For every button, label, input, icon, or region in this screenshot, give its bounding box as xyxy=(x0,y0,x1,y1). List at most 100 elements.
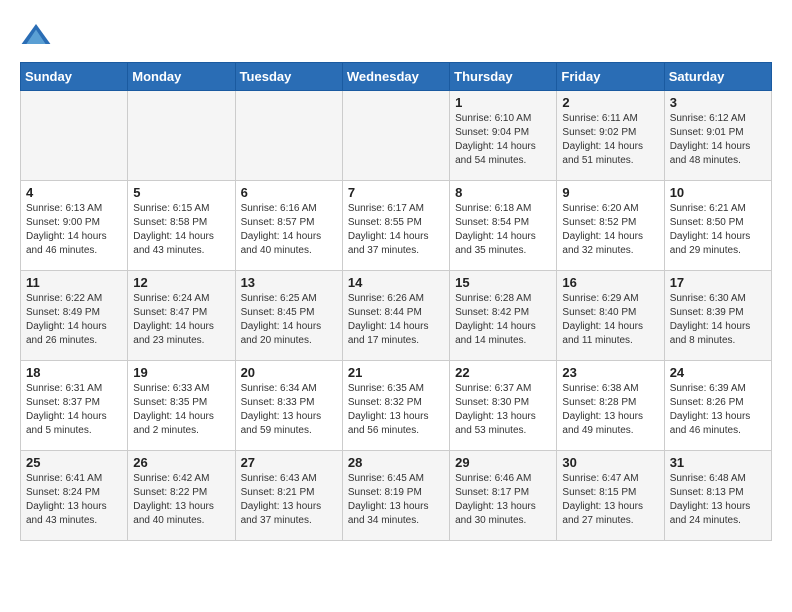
header-tuesday: Tuesday xyxy=(235,63,342,91)
page-header xyxy=(20,20,772,52)
day-info: Sunrise: 6:30 AM Sunset: 8:39 PM Dayligh… xyxy=(670,292,766,348)
calendar-cell: 17 Sunrise: 6:30 AM Sunset: 8:39 PM Dayli… xyxy=(664,271,771,361)
calendar-cell: 10 Sunrise: 6:21 AM Sunset: 8:50 PM Dayli… xyxy=(664,181,771,271)
day-info: Sunrise: 6:48 AM Sunset: 8:13 PM Dayligh… xyxy=(670,472,766,528)
calendar-week-row: 25 Sunrise: 6:41 AM Sunset: 8:24 PM Dayli… xyxy=(21,451,772,541)
day-number: 5 xyxy=(133,185,229,200)
calendar-cell: 1 Sunrise: 6:10 AM Sunset: 9:04 PM Daylig… xyxy=(450,91,557,181)
day-info: Sunrise: 6:38 AM Sunset: 8:28 PM Dayligh… xyxy=(562,382,658,438)
header-friday: Friday xyxy=(557,63,664,91)
day-number: 7 xyxy=(348,185,444,200)
calendar-week-row: 1 Sunrise: 6:10 AM Sunset: 9:04 PM Daylig… xyxy=(21,91,772,181)
logo xyxy=(20,20,56,52)
day-info: Sunrise: 6:39 AM Sunset: 8:26 PM Dayligh… xyxy=(670,382,766,438)
day-info: Sunrise: 6:20 AM Sunset: 8:52 PM Dayligh… xyxy=(562,202,658,258)
day-number: 1 xyxy=(455,95,551,110)
day-info: Sunrise: 6:28 AM Sunset: 8:42 PM Dayligh… xyxy=(455,292,551,348)
header-sunday: Sunday xyxy=(21,63,128,91)
day-number: 10 xyxy=(670,185,766,200)
header-saturday: Saturday xyxy=(664,63,771,91)
day-info: Sunrise: 6:33 AM Sunset: 8:35 PM Dayligh… xyxy=(133,382,229,438)
calendar-cell: 5 Sunrise: 6:15 AM Sunset: 8:58 PM Daylig… xyxy=(128,181,235,271)
day-info: Sunrise: 6:22 AM Sunset: 8:49 PM Dayligh… xyxy=(26,292,122,348)
logo-icon xyxy=(20,20,52,52)
day-number: 24 xyxy=(670,365,766,380)
day-number: 13 xyxy=(241,275,337,290)
day-info: Sunrise: 6:35 AM Sunset: 8:32 PM Dayligh… xyxy=(348,382,444,438)
day-info: Sunrise: 6:34 AM Sunset: 8:33 PM Dayligh… xyxy=(241,382,337,438)
day-info: Sunrise: 6:43 AM Sunset: 8:21 PM Dayligh… xyxy=(241,472,337,528)
day-number: 8 xyxy=(455,185,551,200)
calendar-cell: 20Sunrise: 6:34 AM Sunset: 8:33 PM Dayli… xyxy=(235,361,342,451)
day-info: Sunrise: 6:13 AM Sunset: 9:00 PM Dayligh… xyxy=(26,202,122,258)
calendar-table: SundayMondayTuesdayWednesdayThursdayFrid… xyxy=(20,62,772,541)
day-number: 16 xyxy=(562,275,658,290)
day-info: Sunrise: 6:21 AM Sunset: 8:50 PM Dayligh… xyxy=(670,202,766,258)
day-info: Sunrise: 6:18 AM Sunset: 8:54 PM Dayligh… xyxy=(455,202,551,258)
calendar-cell: 22 Sunrise: 6:37 AM Sunset: 8:30 PM Dayli… xyxy=(450,361,557,451)
calendar-cell: 31 Sunrise: 6:48 AM Sunset: 8:13 PM Dayli… xyxy=(664,451,771,541)
day-number: 27 xyxy=(241,455,337,470)
calendar-cell: 24 Sunrise: 6:39 AM Sunset: 8:26 PM Dayli… xyxy=(664,361,771,451)
day-number: 31 xyxy=(670,455,766,470)
calendar-cell xyxy=(128,91,235,181)
day-info: Sunrise: 6:24 AM Sunset: 8:47 PM Dayligh… xyxy=(133,292,229,348)
day-info: Sunrise: 6:45 AM Sunset: 8:19 PM Dayligh… xyxy=(348,472,444,528)
calendar-cell: 25 Sunrise: 6:41 AM Sunset: 8:24 PM Dayli… xyxy=(21,451,128,541)
calendar-cell: 21 Sunrise: 6:35 AM Sunset: 8:32 PM Dayli… xyxy=(342,361,449,451)
day-info: Sunrise: 6:11 AM Sunset: 9:02 PM Dayligh… xyxy=(562,112,658,168)
day-number: 4 xyxy=(26,185,122,200)
calendar-cell: 2 Sunrise: 6:11 AM Sunset: 9:02 PM Daylig… xyxy=(557,91,664,181)
calendar-week-row: 18Sunrise: 6:31 AM Sunset: 8:37 PM Dayli… xyxy=(21,361,772,451)
calendar-cell: 27 Sunrise: 6:43 AM Sunset: 8:21 PM Dayli… xyxy=(235,451,342,541)
day-number: 23 xyxy=(562,365,658,380)
calendar-cell xyxy=(235,91,342,181)
calendar-cell: 13 Sunrise: 6:25 AM Sunset: 8:45 PM Dayli… xyxy=(235,271,342,361)
calendar-cell xyxy=(342,91,449,181)
day-info: Sunrise: 6:25 AM Sunset: 8:45 PM Dayligh… xyxy=(241,292,337,348)
day-info: Sunrise: 6:17 AM Sunset: 8:55 PM Dayligh… xyxy=(348,202,444,258)
day-number: 30 xyxy=(562,455,658,470)
day-info: Sunrise: 6:47 AM Sunset: 8:15 PM Dayligh… xyxy=(562,472,658,528)
header-thursday: Thursday xyxy=(450,63,557,91)
calendar-cell: 9Sunrise: 6:20 AM Sunset: 8:52 PM Daylig… xyxy=(557,181,664,271)
header-wednesday: Wednesday xyxy=(342,63,449,91)
day-number: 3 xyxy=(670,95,766,110)
calendar-cell: 15Sunrise: 6:28 AM Sunset: 8:42 PM Dayli… xyxy=(450,271,557,361)
day-number: 29 xyxy=(455,455,551,470)
day-number: 26 xyxy=(133,455,229,470)
calendar-cell: 29 Sunrise: 6:46 AM Sunset: 8:17 PM Dayli… xyxy=(450,451,557,541)
day-info: Sunrise: 6:10 AM Sunset: 9:04 PM Dayligh… xyxy=(455,112,551,168)
calendar-cell: 14Sunrise: 6:26 AM Sunset: 8:44 PM Dayli… xyxy=(342,271,449,361)
day-number: 18 xyxy=(26,365,122,380)
calendar-cell: 7 Sunrise: 6:17 AM Sunset: 8:55 PM Daylig… xyxy=(342,181,449,271)
calendar-cell: 8 Sunrise: 6:18 AM Sunset: 8:54 PM Daylig… xyxy=(450,181,557,271)
day-number: 17 xyxy=(670,275,766,290)
day-number: 21 xyxy=(348,365,444,380)
day-info: Sunrise: 6:42 AM Sunset: 8:22 PM Dayligh… xyxy=(133,472,229,528)
day-info: Sunrise: 6:46 AM Sunset: 8:17 PM Dayligh… xyxy=(455,472,551,528)
calendar-header-row: SundayMondayTuesdayWednesdayThursdayFrid… xyxy=(21,63,772,91)
day-info: Sunrise: 6:16 AM Sunset: 8:57 PM Dayligh… xyxy=(241,202,337,258)
day-number: 11 xyxy=(26,275,122,290)
day-info: Sunrise: 6:15 AM Sunset: 8:58 PM Dayligh… xyxy=(133,202,229,258)
calendar-cell: 30 Sunrise: 6:47 AM Sunset: 8:15 PM Dayli… xyxy=(557,451,664,541)
calendar-cell: 11 Sunrise: 6:22 AM Sunset: 8:49 PM Dayli… xyxy=(21,271,128,361)
day-number: 25 xyxy=(26,455,122,470)
day-info: Sunrise: 6:12 AM Sunset: 9:01 PM Dayligh… xyxy=(670,112,766,168)
calendar-cell: 6Sunrise: 6:16 AM Sunset: 8:57 PM Daylig… xyxy=(235,181,342,271)
day-number: 2 xyxy=(562,95,658,110)
calendar-cell: 18Sunrise: 6:31 AM Sunset: 8:37 PM Dayli… xyxy=(21,361,128,451)
calendar-cell: 19Sunrise: 6:33 AM Sunset: 8:35 PM Dayli… xyxy=(128,361,235,451)
calendar-cell: 4 Sunrise: 6:13 AM Sunset: 9:00 PM Daylig… xyxy=(21,181,128,271)
day-number: 12 xyxy=(133,275,229,290)
day-info: Sunrise: 6:41 AM Sunset: 8:24 PM Dayligh… xyxy=(26,472,122,528)
day-info: Sunrise: 6:29 AM Sunset: 8:40 PM Dayligh… xyxy=(562,292,658,348)
day-info: Sunrise: 6:37 AM Sunset: 8:30 PM Dayligh… xyxy=(455,382,551,438)
day-number: 22 xyxy=(455,365,551,380)
header-monday: Monday xyxy=(128,63,235,91)
calendar-week-row: 4 Sunrise: 6:13 AM Sunset: 9:00 PM Daylig… xyxy=(21,181,772,271)
calendar-cell xyxy=(21,91,128,181)
calendar-week-row: 11 Sunrise: 6:22 AM Sunset: 8:49 PM Dayli… xyxy=(21,271,772,361)
day-info: Sunrise: 6:26 AM Sunset: 8:44 PM Dayligh… xyxy=(348,292,444,348)
